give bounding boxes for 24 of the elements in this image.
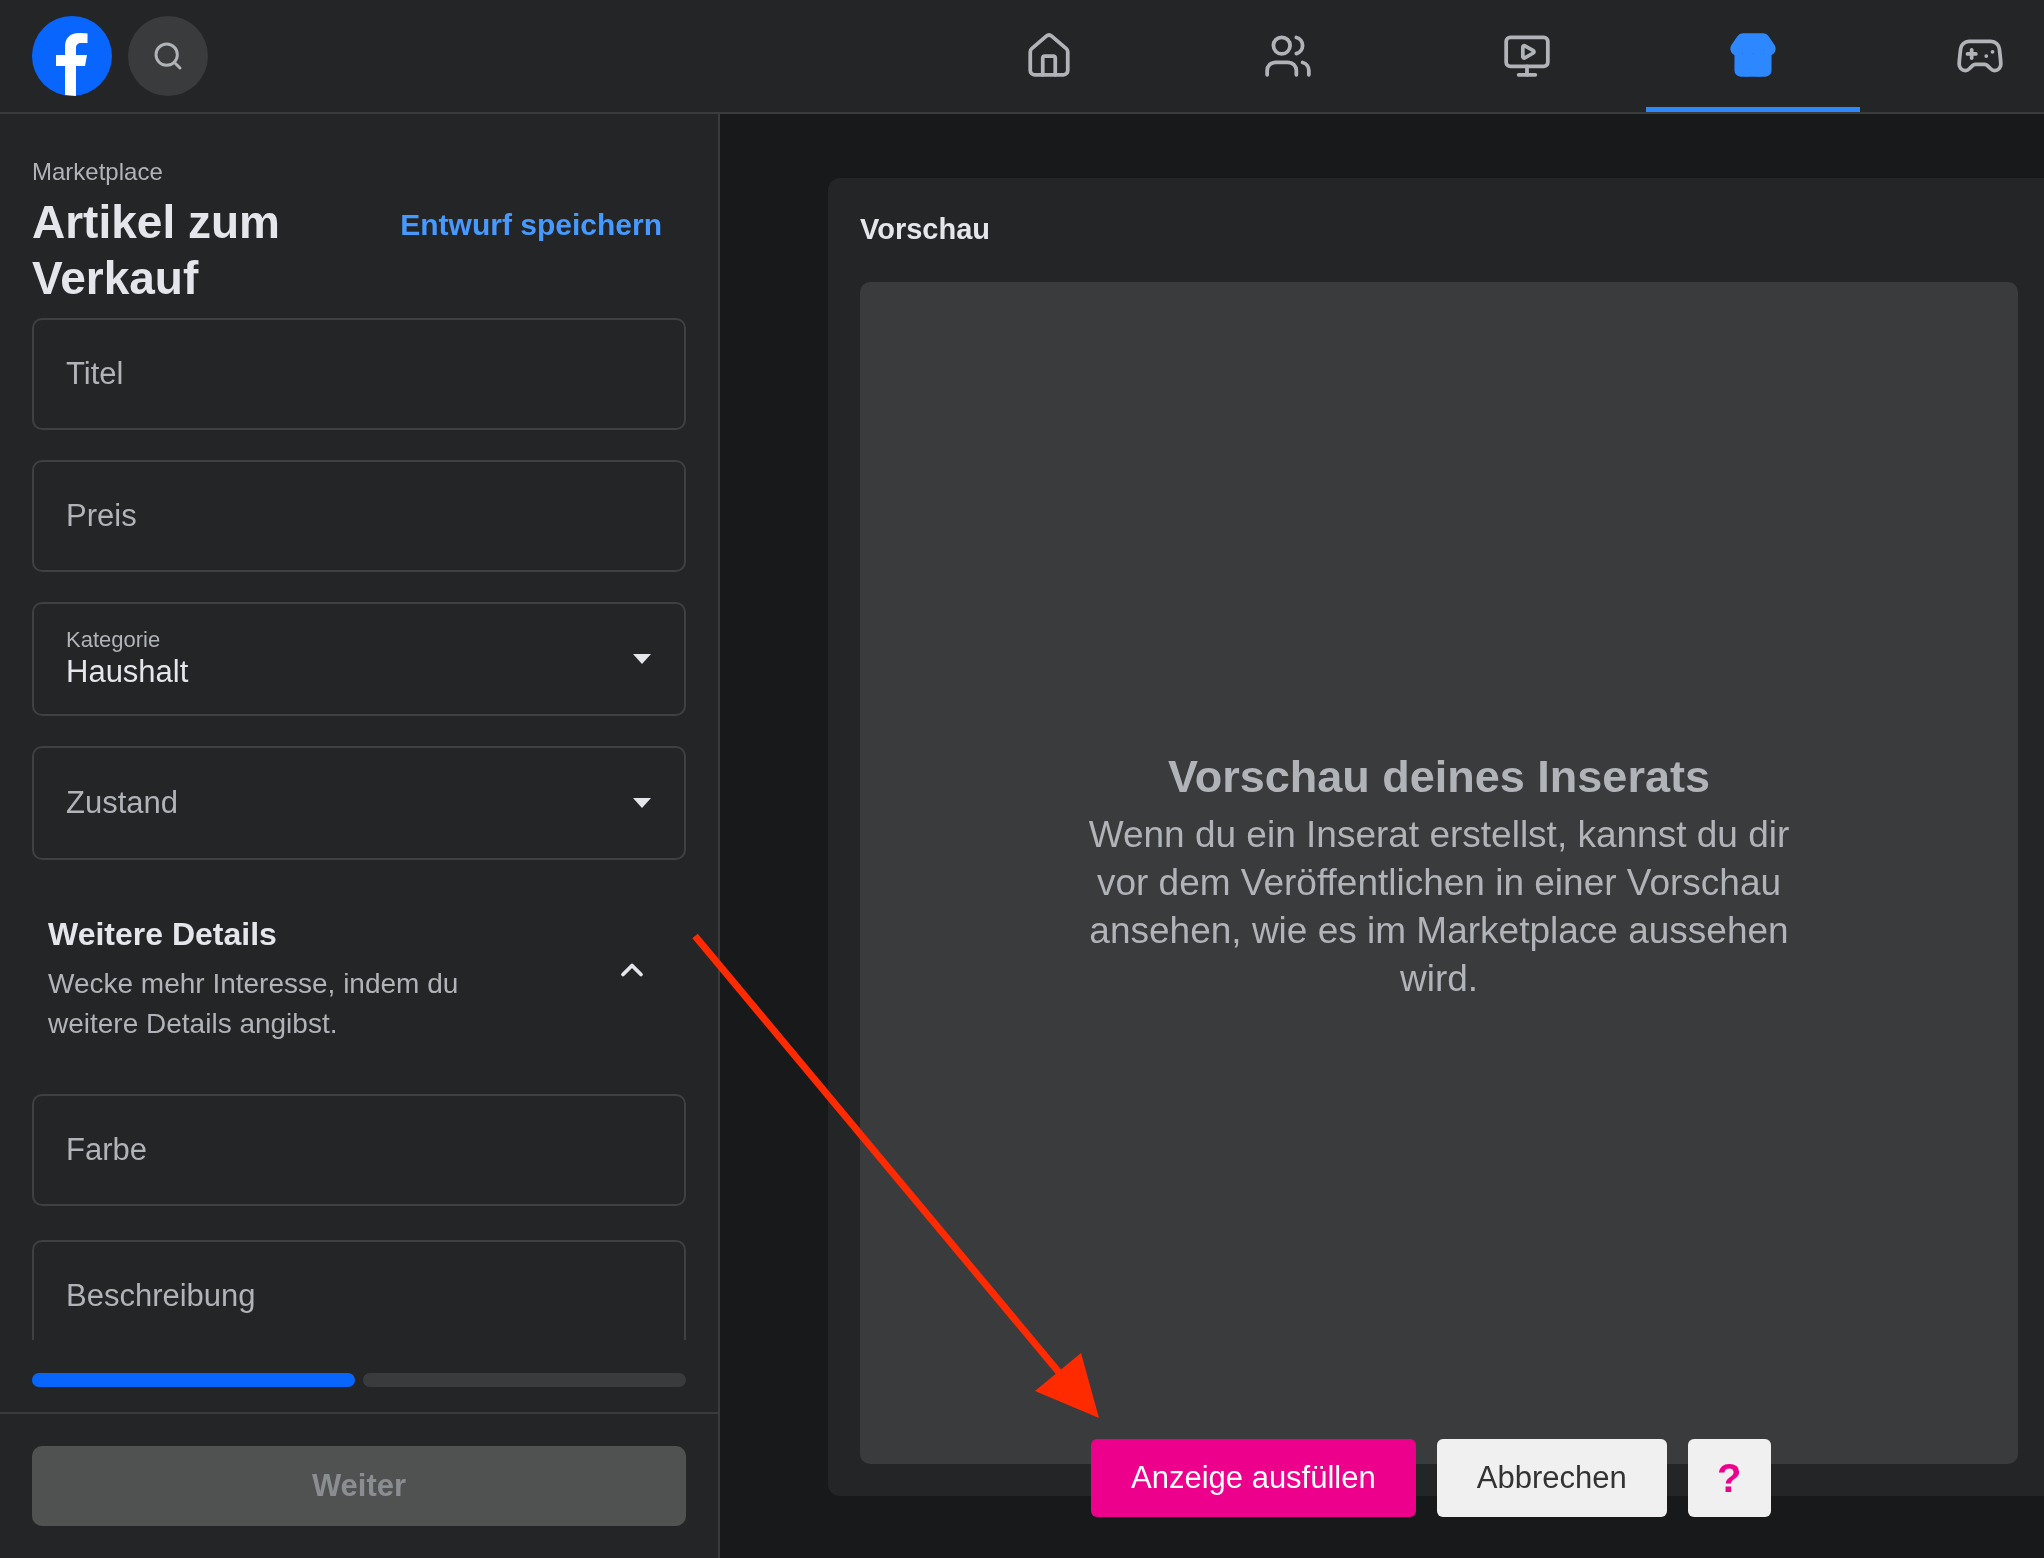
input-field[interactable]: Farbe xyxy=(32,1094,686,1206)
caret-icon xyxy=(632,653,652,665)
input-field[interactable]: Beschreibung xyxy=(32,1240,686,1340)
section-title: Weitere Details xyxy=(48,915,278,954)
page-title: Artikel zum Verkauf xyxy=(32,195,281,306)
breadcrumb: Marketplace xyxy=(32,157,164,187)
search-icon xyxy=(152,40,184,72)
field-placeholder: Zustand xyxy=(66,783,179,822)
dropdown-field[interactable]: Kategorie Haushalt xyxy=(32,602,686,716)
field-value: Haushalt xyxy=(66,653,190,692)
cancel-button[interactable]: Abbrechen xyxy=(1436,1439,1667,1517)
preview-title: Vorschau xyxy=(860,212,991,247)
logo-icon[interactable] xyxy=(32,16,112,96)
input-field[interactable]: Preis xyxy=(32,460,686,572)
input-field[interactable]: Titel xyxy=(32,318,686,430)
dropdown-field[interactable]: Zustand xyxy=(32,746,686,860)
section-description: Wecke mehr Interesse, indem du weitere Details angibst. xyxy=(48,967,460,1041)
save-draft-link[interactable]: Entwurf speichern xyxy=(400,202,662,247)
caret-icon xyxy=(632,797,652,809)
preview-text: Wenn du ein Inserat erstellst, kannst du dir vor dem Veröffentlichen in einer Vorschau ansehen, wie es im Marketplace aussehen wird. xyxy=(1087,812,1791,1001)
help-button[interactable]: ? xyxy=(1687,1439,1771,1517)
fill-ad-button[interactable]: Anzeige ausfüllen xyxy=(1091,1439,1416,1517)
field-label: Kategorie xyxy=(66,625,162,654)
preview-heading: Vorschau deines Inserats xyxy=(1168,750,1710,804)
